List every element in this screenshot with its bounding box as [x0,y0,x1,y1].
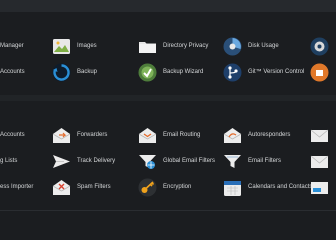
email-section-header [0,95,336,101]
email-icon [310,126,329,145]
git-icon [223,63,242,82]
track-delivery-label: Track Delivery [77,158,116,164]
file-restoration-icon [310,63,329,82]
calendar-icon [223,178,242,197]
email-routing-icon [138,126,157,145]
email-deliverability-icon [310,152,329,171]
backup-wizard-icon [138,63,157,82]
folder-icon [138,37,157,56]
autoresponders-icon [223,126,242,145]
address-importer-tile[interactable]: ess Importer [0,176,33,198]
images-tile[interactable]: Images [52,35,97,57]
calendars-and-contacts-label: Calendars and Contacts [248,184,313,190]
partial-tile-right-3[interactable] [310,124,329,146]
email-routing-label: Email Routing [163,132,201,138]
email-disk-usage-icon [310,178,329,197]
backup-icon [52,63,71,82]
global-email-filters-label: Global Email Filters [163,158,216,164]
forwarders-icon [52,126,71,145]
backup-label: Backup [77,69,98,75]
partial-tile-right-1[interactable] [310,35,329,57]
disk-usage-tile[interactable]: Disk Usage [223,35,279,57]
encryption-tile[interactable]: Encryption [138,176,191,198]
track-delivery-icon [52,152,71,171]
images-icon [52,37,71,56]
forwarders-tile[interactable]: Forwarders [52,124,107,146]
forwarders-label: Forwarders [77,132,108,138]
partial-tile-right-2[interactable] [310,61,329,83]
mailing-lists-tile[interactable]: g Lists [0,150,17,172]
ftp-accounts-label: Accounts [0,69,25,75]
spam-filters-label: Spam Filters [77,184,111,190]
ftp-accounts-tile[interactable]: Accounts [0,61,25,83]
git-version-control-tile[interactable]: Git™ Version Control [223,61,304,83]
calendars-and-contacts-tile[interactable]: Calendars and Contacts [223,176,312,198]
key-icon [138,178,157,197]
email-routing-tile[interactable]: Email Routing [138,124,200,146]
file-manager-tile[interactable]: Manager [0,35,24,57]
file-manager-label: Manager [0,43,24,49]
email-filters-icon [223,152,242,171]
email-filters-tile[interactable]: Email Filters [223,150,281,172]
mailing-lists-label: g Lists [0,158,18,164]
directory-privacy-tile[interactable]: Directory Privacy [138,35,208,57]
autoresponders-label: Autoresponders [248,132,291,138]
partial-tile-right-4[interactable] [310,150,329,172]
directory-privacy-label: Directory Privacy [163,43,209,49]
top-header-strip [0,0,336,12]
email-filters-label: Email Filters [248,158,282,164]
global-email-filters-tile[interactable]: Global Email Filters [138,150,215,172]
track-delivery-tile[interactable]: Track Delivery [52,150,115,172]
backup-wizard-label: Backup Wizard [163,69,204,75]
partial-tile-right-5[interactable] [310,176,329,198]
encryption-label: Encryption [163,184,192,190]
backup-wizard-tile[interactable]: Backup Wizard [138,61,203,83]
web-disk-icon [310,37,329,56]
email-accounts-label: Accounts [0,132,25,138]
backup-tile[interactable]: Backup [52,61,97,83]
git-version-control-label: Git™ Version Control [248,69,305,75]
address-importer-label: ess Importer [0,184,34,190]
global-email-filters-icon [138,152,157,171]
spam-filters-tile[interactable]: Spam Filters [52,176,111,198]
bottom-divider [0,210,336,211]
disk-usage-icon [223,37,242,56]
autoresponders-tile[interactable]: Autoresponders [223,124,290,146]
disk-usage-label: Disk Usage [248,43,279,49]
spam-filters-icon [52,178,71,197]
email-accounts-tile[interactable]: Accounts [0,124,25,146]
images-label: Images [77,43,97,49]
